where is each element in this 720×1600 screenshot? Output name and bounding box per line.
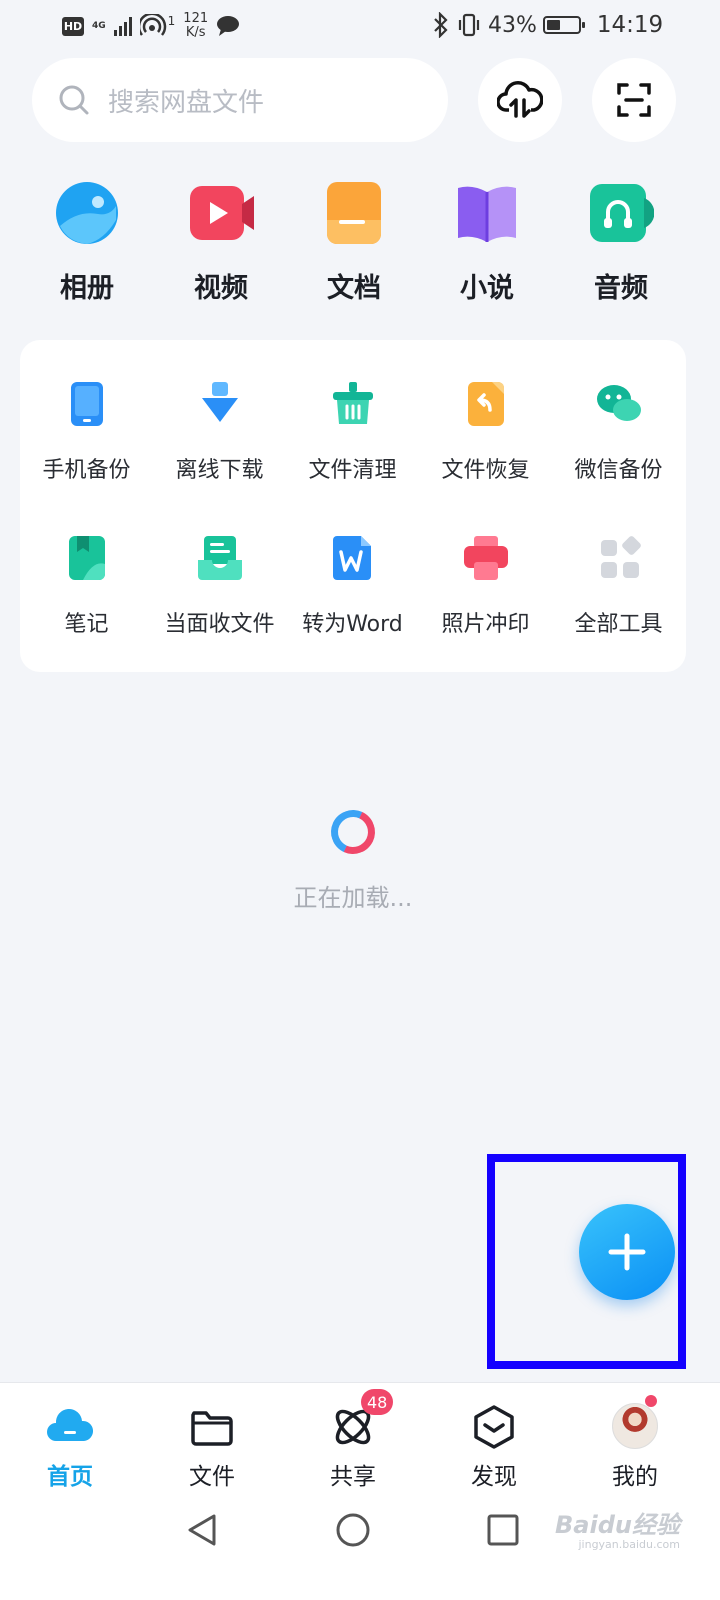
hotspot-count: 1 xyxy=(167,13,176,28)
category-audio[interactable]: 音频 xyxy=(566,180,676,305)
tool-wechat-backup[interactable]: 微信备份 xyxy=(552,380,685,484)
status-right: 43% 14:19 xyxy=(432,12,663,38)
nav-label: 发现 xyxy=(471,1464,517,1490)
search-input[interactable]: 搜索网盘文件 xyxy=(32,58,448,142)
category-label: 音频 xyxy=(594,273,648,304)
network-speed: 121 K/s xyxy=(183,12,208,40)
battery-icon xyxy=(542,16,585,34)
category-label: 小说 xyxy=(460,273,514,304)
category-label: 视频 xyxy=(194,273,248,304)
hd-badge: HD xyxy=(62,16,84,36)
watermark-brand: Baidu经验 xyxy=(555,1511,680,1539)
notes-icon xyxy=(63,534,111,582)
tool-label: 手机备份 xyxy=(42,458,131,483)
nav-label: 我的 xyxy=(612,1464,658,1490)
loading-text: 正在加载... xyxy=(293,884,413,912)
tool-label: 转为Word xyxy=(302,612,403,637)
category-novel[interactable]: 小说 xyxy=(432,180,542,305)
message-icon xyxy=(217,16,240,36)
network-type: 4G xyxy=(92,20,106,31)
tool-label: 笔记 xyxy=(64,612,109,637)
nav-item-files[interactable]: 文件 xyxy=(152,1403,272,1491)
back-icon[interactable] xyxy=(182,1510,222,1550)
tool-convert-word[interactable]: 转为Word xyxy=(286,534,419,638)
bluetooth-icon xyxy=(434,12,448,38)
avatar xyxy=(612,1403,658,1449)
recents-icon[interactable] xyxy=(483,1510,523,1550)
album-icon xyxy=(54,180,120,246)
status-bar: HD 4G 1 121 K/s 43% 14:19 xyxy=(0,0,720,52)
convert-word-icon xyxy=(329,534,377,582)
category-album[interactable]: 相册 xyxy=(32,180,142,305)
scan-icon xyxy=(617,83,651,117)
nav-label: 首页 xyxy=(47,1464,93,1490)
tool-file-cleanup[interactable]: 文件清理 xyxy=(286,380,419,484)
tool-label: 离线下载 xyxy=(175,458,264,483)
offline-download-icon xyxy=(196,380,244,428)
search-placeholder: 搜索网盘文件 xyxy=(108,87,265,118)
nav-label: 共享 xyxy=(330,1464,376,1490)
plus-icon xyxy=(608,1233,646,1271)
speed-unit: K/s xyxy=(185,25,206,40)
nav-item-home[interactable]: 首页 xyxy=(10,1403,130,1491)
tool-label: 当面收文件 xyxy=(164,612,275,637)
receive-files-icon xyxy=(196,534,244,582)
category-document[interactable]: 文档 xyxy=(299,180,409,305)
search-icon xyxy=(59,85,89,115)
document-icon xyxy=(321,180,387,246)
tool-all-tools[interactable]: 全部工具 xyxy=(552,534,685,638)
home-icon[interactable] xyxy=(333,1510,373,1550)
tool-label: 文件恢复 xyxy=(441,458,530,483)
nav-item-discover[interactable]: 发现 xyxy=(434,1403,554,1491)
loading-spinner-icon xyxy=(324,803,382,861)
bottom-nav: 首页 文件 48 共享 发现 我的 xyxy=(0,1382,720,1600)
tool-label: 微信备份 xyxy=(574,458,663,483)
home-cloud-icon xyxy=(46,1403,94,1451)
add-button[interactable] xyxy=(579,1204,675,1300)
category-label: 文档 xyxy=(327,273,381,304)
phone-backup-icon xyxy=(63,380,111,428)
all-tools-icon xyxy=(595,534,643,582)
nav-label: 文件 xyxy=(189,1464,235,1490)
tool-photo-print[interactable]: 照片冲印 xyxy=(419,534,552,638)
tool-file-recovery[interactable]: 文件恢复 xyxy=(419,380,552,484)
battery-percent: 43% xyxy=(488,12,537,38)
speed-value: 121 xyxy=(183,11,209,26)
watermark-url: jingyan.baidu.com xyxy=(578,1538,680,1551)
wechat-backup-icon xyxy=(595,380,643,428)
cloud-transfer-icon xyxy=(497,81,543,118)
file-recovery-icon xyxy=(462,380,510,428)
video-icon xyxy=(188,180,254,246)
file-cleanup-icon xyxy=(329,380,377,428)
tool-receive-files[interactable]: 当面收文件 xyxy=(153,534,286,638)
notification-dot xyxy=(645,1395,657,1407)
tool-phone-backup[interactable]: 手机备份 xyxy=(20,380,153,484)
tool-offline-download[interactable]: 离线下载 xyxy=(153,380,286,484)
cloud-transfer-button[interactable] xyxy=(478,58,562,142)
tool-label: 照片冲印 xyxy=(441,612,530,637)
tools-card: 手机备份 离线下载 文件清理 文件恢复 微信备份 笔记 当面收文件 转为Word… xyxy=(20,340,686,672)
avatar-icon xyxy=(611,1395,659,1451)
nav-item-me[interactable]: 我的 xyxy=(575,1395,695,1491)
share-icon: 48 xyxy=(329,1389,394,1451)
category-video[interactable]: 视频 xyxy=(166,180,276,305)
vibrate-icon xyxy=(458,13,480,37)
nav-item-share[interactable]: 48 共享 xyxy=(293,1389,413,1491)
novel-icon xyxy=(454,180,520,246)
tool-notes[interactable]: 笔记 xyxy=(20,534,153,638)
share-badge: 48 xyxy=(361,1389,394,1415)
discover-icon xyxy=(470,1403,518,1451)
status-left: HD 4G 1 121 K/s xyxy=(62,12,240,40)
tool-label: 文件清理 xyxy=(308,458,397,483)
scan-button[interactable] xyxy=(592,58,676,142)
folder-icon xyxy=(188,1403,236,1451)
category-label: 相册 xyxy=(60,273,114,304)
photo-print-icon xyxy=(462,534,510,582)
hotspot-icon xyxy=(139,14,166,36)
clock: 14:19 xyxy=(596,12,664,38)
signal-icon xyxy=(113,16,132,36)
tool-label: 全部工具 xyxy=(574,612,663,637)
audio-icon xyxy=(588,180,655,246)
